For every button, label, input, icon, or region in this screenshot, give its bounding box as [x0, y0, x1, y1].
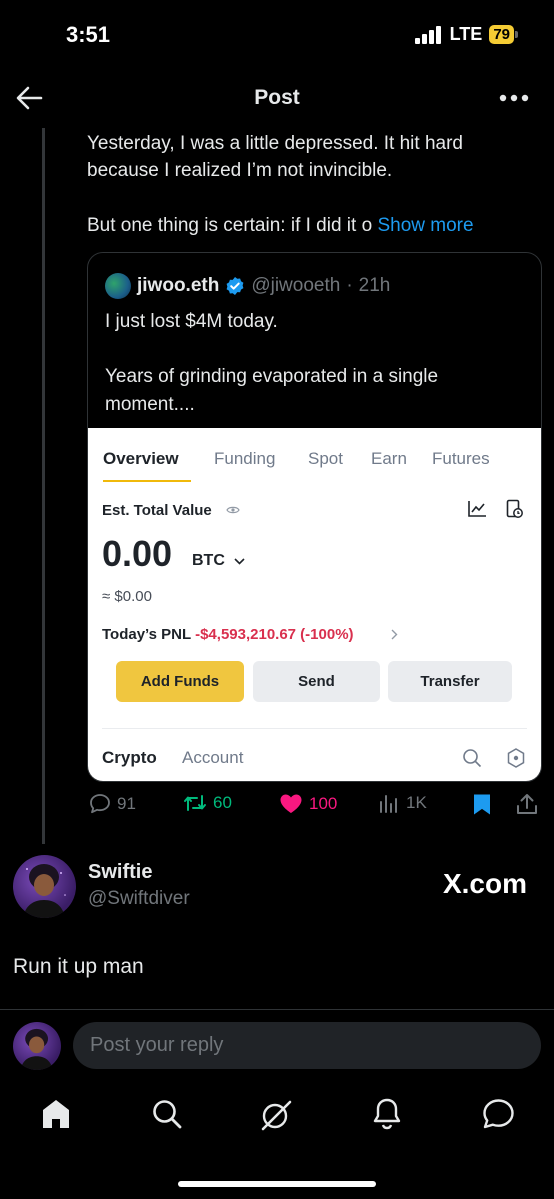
grok-icon[interactable]	[259, 1098, 293, 1132]
status-indicators: LTE 79	[414, 24, 518, 45]
todays-pnl: Today’s PNL -$4,593,210.67 (-100%)	[102, 626, 354, 643]
post-actions: 91 60 100 1K	[87, 793, 542, 817]
quoted-post-time: 21h	[358, 275, 391, 296]
reply-author-avatar[interactable]	[13, 855, 76, 918]
status-time: 3:51	[66, 22, 111, 47]
tab-account: Account	[182, 748, 244, 767]
exchange-screenshot[interactable]: Overview Funding Spot Earn Futures Est. …	[88, 428, 541, 781]
thread-line	[42, 128, 45, 844]
x-watermark: X.com	[442, 868, 527, 899]
battery-indicator: 79	[489, 25, 514, 44]
pnl-label: Today’s PNL	[102, 626, 191, 643]
quoted-author-name: jiwoo.eth	[137, 275, 220, 296]
reply-count: 91	[117, 793, 136, 813]
tab-overview: Overview	[103, 449, 179, 468]
repost-action[interactable]: 60	[183, 793, 232, 813]
reply-text: Run it up man	[13, 955, 144, 978]
home-indicator	[178, 1181, 376, 1187]
quoted-text-line1: I just lost $4M today.	[105, 311, 278, 332]
signal-icon	[414, 25, 441, 44]
reply-action[interactable]: 91	[89, 793, 136, 814]
divider	[0, 1009, 554, 1010]
reply-input[interactable]: Post your reply	[73, 1022, 541, 1069]
verified-badge-icon	[226, 277, 244, 295]
add-funds-button: Add Funds	[116, 661, 244, 702]
reply-author-handle[interactable]: @Swiftdiver	[88, 888, 190, 910]
total-value: 0.00	[102, 533, 173, 574]
send-button: Send	[253, 661, 380, 702]
like-count: 100	[309, 793, 338, 813]
post-text-line2: But one thing is certain: if I did it o	[87, 215, 373, 236]
history-icon	[506, 499, 523, 518]
views-action[interactable]: 1K	[379, 793, 427, 813]
heart-icon	[280, 794, 302, 813]
reply-author-name[interactable]: Swiftie	[88, 861, 152, 884]
avatar-illustration	[23, 864, 66, 918]
search-nav-icon[interactable]	[151, 1098, 183, 1130]
usd-value: ≈ $0.00	[102, 588, 152, 605]
quoted-author-avatar	[105, 273, 131, 299]
quoted-author-handle: @jiwooeth	[251, 275, 341, 296]
repost-icon	[184, 795, 206, 811]
search-icon	[463, 749, 482, 768]
quoted-text-line2: Years of grinding evaporated in a single…	[105, 366, 439, 415]
eye-icon	[226, 506, 240, 514]
quoted-post-header: jiwoo.eth @jiwooeth · 21h	[105, 273, 390, 299]
bookmark-icon[interactable]	[472, 793, 492, 816]
post-text: Yesterday, I was a little depressed. It …	[87, 133, 463, 181]
page-title: Post	[254, 86, 300, 109]
avatar-illustration	[20, 1028, 53, 1070]
quoted-post[interactable]: jiwoo.eth @jiwooeth · 21h I just lost $4…	[87, 252, 542, 782]
quoted-post-text: I just lost $4M today. Years of grinding…	[105, 308, 525, 419]
messages-icon[interactable]	[482, 1098, 515, 1131]
est-total-label: Est. Total Value	[102, 502, 212, 519]
view-count: 1K	[406, 793, 427, 812]
share-icon[interactable]	[516, 793, 538, 815]
tab-futures: Futures	[432, 449, 490, 468]
settings-hexagon-icon	[507, 748, 525, 768]
like-action[interactable]: 100	[279, 793, 337, 814]
network-type: LTE	[449, 24, 483, 44]
pnl-value: -$4,593,210.67 (-100%)	[195, 626, 354, 643]
show-more-link[interactable]: Show more	[377, 215, 473, 236]
tab-funding: Funding	[214, 449, 276, 468]
tab-spot: Spot	[308, 449, 343, 468]
more-options-icon[interactable]	[499, 94, 529, 102]
repost-count: 60	[213, 793, 232, 812]
battery-nub	[515, 31, 518, 38]
app-divider	[102, 728, 527, 729]
reply-icon	[90, 794, 110, 814]
active-tab-underline	[103, 480, 191, 482]
post-text-truncated: But one thing is certain: if I did it o …	[87, 212, 532, 239]
tab-crypto: Crypto	[102, 748, 157, 767]
tab-earn: Earn	[371, 449, 407, 468]
transfer-button: Transfer	[388, 661, 512, 702]
home-icon[interactable]	[41, 1098, 71, 1130]
chart-icon	[468, 501, 486, 517]
chevron-down-icon	[234, 558, 245, 565]
notifications-icon[interactable]	[372, 1098, 402, 1131]
my-avatar	[13, 1022, 61, 1070]
chevron-right-icon	[391, 629, 398, 640]
views-icon	[380, 795, 397, 813]
meta-separator: ·	[346, 275, 353, 296]
value-currency: BTC	[192, 552, 225, 569]
